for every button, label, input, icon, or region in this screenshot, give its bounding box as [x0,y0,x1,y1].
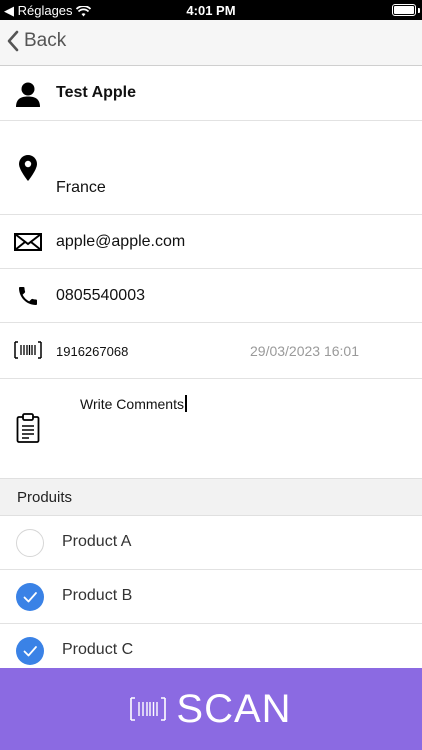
text-cursor [184,395,187,412]
mail-icon [14,233,42,251]
scan-label: SCAN [176,686,292,731]
clipboard-icon [14,413,42,443]
checkmark-circle-icon[interactable] [16,637,44,665]
product-label: Product B [62,587,133,604]
email-value: apple@apple.com [56,233,186,250]
back-button[interactable]: Back [6,30,66,52]
navigation-bar: Back [0,20,422,66]
unchecked-circle-icon[interactable] [16,529,44,557]
scan-datetime: 29/03/2023 16:01 [250,343,359,359]
location-value: France [56,179,106,196]
checkmark-circle-icon[interactable] [16,583,44,611]
barcode-value: 1916267068 [56,344,129,359]
back-label: Back [24,30,67,51]
products-header-label: Produits [17,489,73,506]
comments-row: Write Comments [0,379,422,478]
product-item-a[interactable]: Product A [0,516,422,570]
phone-icon [14,284,42,308]
location-pin-icon [14,155,42,181]
products-section-header: Produits [0,478,422,516]
scan-button[interactable]: SCAN [0,668,422,750]
email-row[interactable]: apple@apple.com [0,215,422,269]
contact-name: Test Apple [56,84,137,101]
phone-row[interactable]: 0805540003 [0,269,422,323]
barcode-row: 1916267068 29/03/2023 16:01 [0,323,422,379]
comments-input[interactable]: Write Comments [80,395,187,412]
status-bar: ◀ Réglages 4:01 PM [0,0,422,20]
comments-text: Write Comments [80,395,184,412]
battery-icon [392,4,416,16]
clock: 4:01 PM [186,3,236,18]
barcode-icon [14,341,42,359]
location-row: France [0,121,422,215]
chevron-left-icon [7,30,19,52]
battery-nub [418,8,420,13]
product-item-b[interactable]: Product B [0,570,422,624]
barcode-icon [130,697,167,721]
product-label: Product C [62,641,134,658]
phone-value: 0805540003 [56,287,145,304]
person-icon [14,81,42,107]
name-row: Test Apple [0,67,422,121]
product-label: Product A [62,533,132,550]
